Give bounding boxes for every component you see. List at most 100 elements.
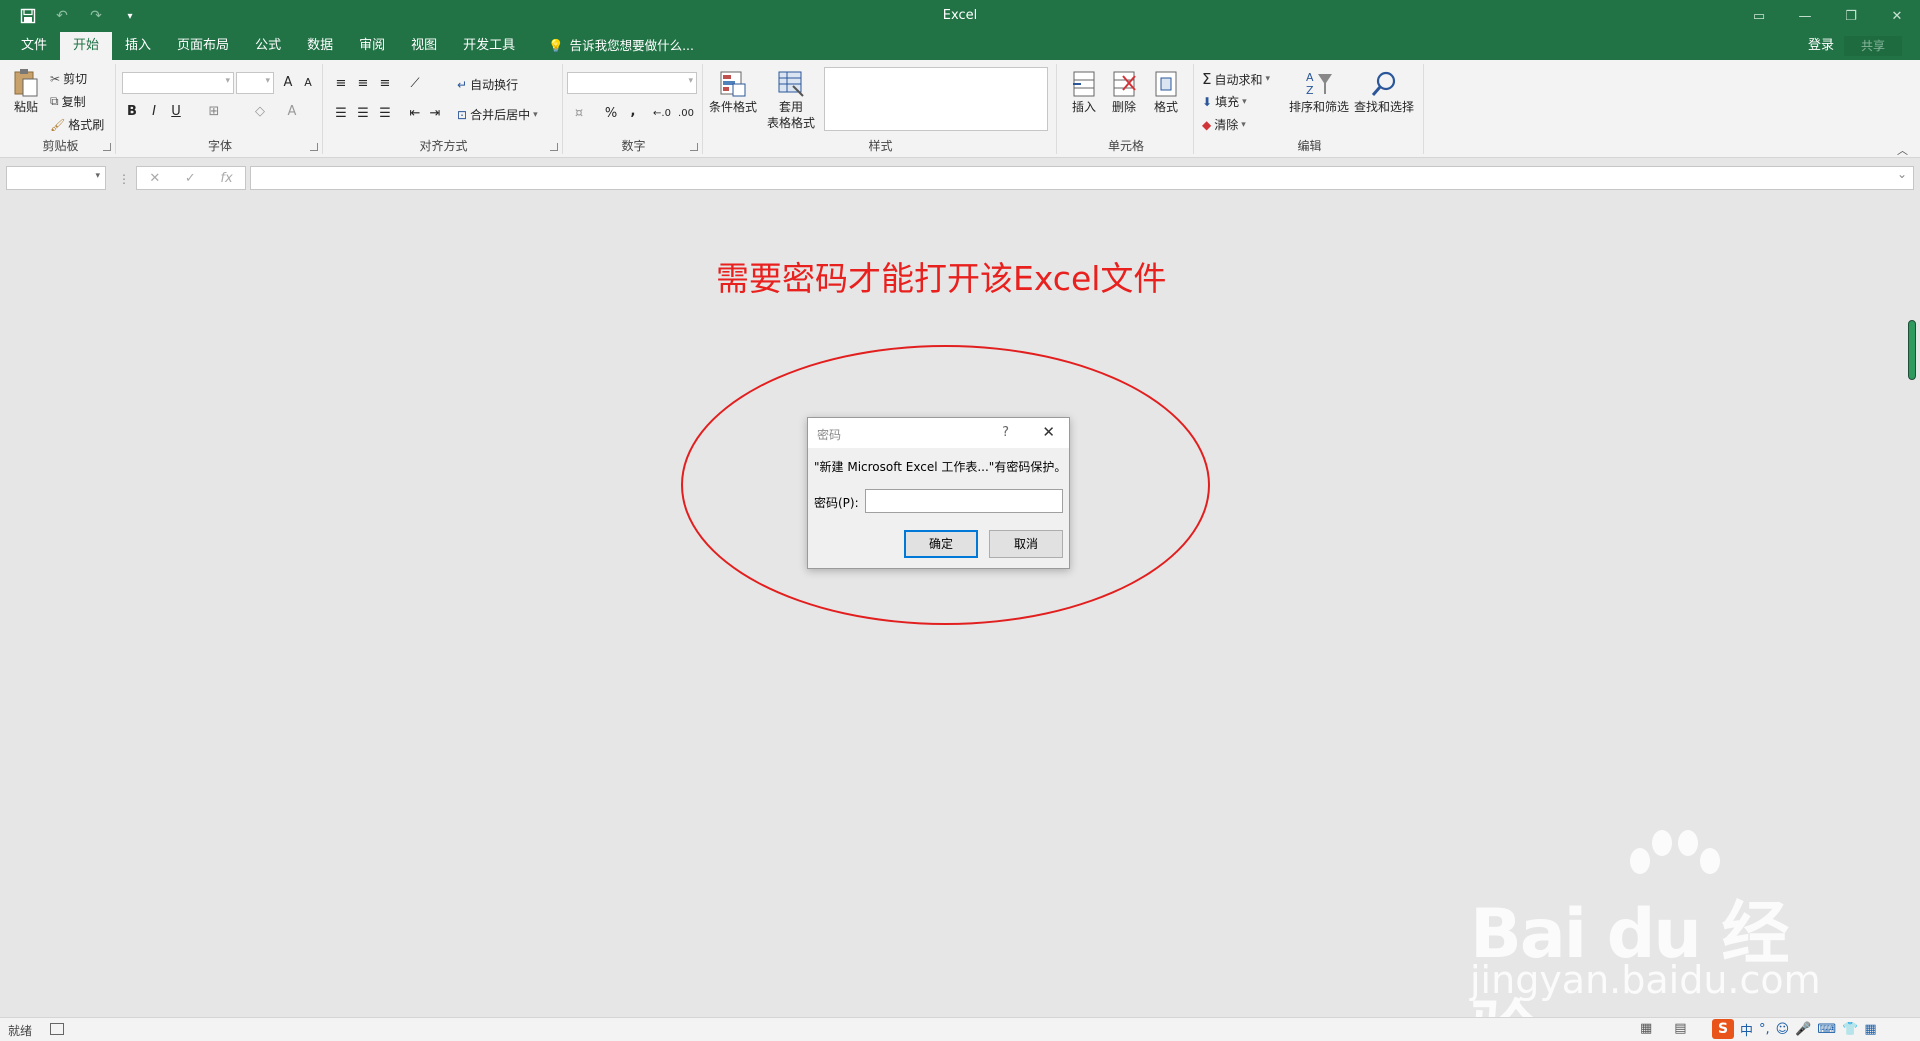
align-left-icon[interactable]: ☰ [331, 104, 351, 124]
fill-button[interactable]: ⬇ 填充 ▾ [1202, 93, 1247, 110]
insert-cells-button[interactable]: 插入 [1069, 70, 1099, 114]
tab-formulas[interactable]: 公式 [242, 32, 294, 60]
ok-button[interactable]: 确定 [904, 530, 978, 558]
conditional-format-label: 条件格式 [708, 100, 757, 114]
sort-filter-icon: AZ [1304, 70, 1334, 98]
font-name-select[interactable] [122, 72, 234, 94]
tell-me-box[interactable]: 💡 告诉我您想要做什么... [548, 32, 694, 60]
format-cells-button[interactable]: 格式 [1151, 70, 1181, 114]
sort-filter-label: 排序和筛选 [1288, 100, 1349, 114]
alignment-launcher-icon[interactable] [550, 143, 558, 151]
conditional-format-button[interactable]: 条件格式 [707, 70, 759, 114]
bold-button[interactable]: B [122, 102, 142, 122]
tab-developer[interactable]: 开发工具 [450, 32, 528, 60]
align-top-icon[interactable]: ≡ [331, 74, 351, 94]
punctuation-icon[interactable]: °, [1759, 1022, 1770, 1037]
password-input[interactable] [865, 489, 1063, 513]
ribbon-display-icon[interactable]: ▭ [1736, 0, 1782, 32]
cancel-button[interactable]: 取消 [989, 530, 1063, 558]
number-format-select[interactable] [567, 72, 697, 94]
macro-record-icon[interactable] [50, 1023, 64, 1035]
decrease-decimal-button[interactable]: .00 [675, 104, 697, 124]
formula-bar-splitter-icon[interactable]: ⋮ [118, 172, 130, 186]
number-launcher-icon[interactable] [690, 143, 698, 151]
underline-button[interactable]: U [166, 102, 186, 122]
sign-in-link[interactable]: 登录 [1808, 32, 1834, 60]
format-as-table-button[interactable]: 套用 表格格式 [761, 70, 821, 130]
password-label: 密码(P): [814, 496, 859, 510]
share-button[interactable]: 共享 [1844, 36, 1902, 56]
keyboard-icon[interactable]: ⌨ [1817, 1022, 1836, 1037]
font-group: A A B I U ⊞ ◇ A 字体 [118, 64, 323, 154]
skin-icon[interactable]: 👕 [1842, 1022, 1858, 1037]
ime-mode[interactable]: 中 [1740, 1020, 1753, 1039]
clipboard-launcher-icon[interactable] [103, 143, 111, 151]
sort-filter-button[interactable]: AZ 排序和筛选 [1288, 70, 1350, 114]
tab-data[interactable]: 数据 [294, 32, 346, 60]
cut-button[interactable]: ✂ 剪切 [50, 70, 87, 87]
cell-styles-gallery[interactable] [824, 67, 1048, 131]
help-icon[interactable]: ? [1002, 425, 1009, 440]
merge-center-button[interactable]: ⊡ 合并后居中 ▾ [457, 106, 538, 123]
tab-review[interactable]: 审阅 [346, 32, 398, 60]
sogou-ime-icon[interactable]: S [1712, 1019, 1734, 1039]
decrease-indent-icon[interactable]: ⇤ [405, 104, 425, 124]
autosum-button[interactable]: Σ 自动求和 ▾ [1202, 70, 1270, 88]
fill-dropdown-icon: ▾ [1242, 96, 1247, 107]
clear-button[interactable]: ◆ 清除 ▾ [1202, 116, 1246, 133]
align-right-icon[interactable]: ☰ [375, 104, 395, 124]
font-color-icon[interactable]: A [282, 102, 302, 122]
currency-icon[interactable]: ¤ [569, 104, 589, 124]
grow-font-button[interactable]: A [278, 73, 298, 93]
window-controls: ▭ — ❐ ✕ [1736, 0, 1920, 32]
insert-function-icon[interactable]: fx [220, 171, 232, 186]
tab-insert[interactable]: 插入 [112, 32, 164, 60]
align-bottom-icon[interactable]: ≡ [375, 74, 395, 94]
paste-button[interactable]: 粘贴 [8, 68, 44, 114]
emoji-icon[interactable]: ☺ [1776, 1022, 1790, 1037]
font-size-select[interactable] [236, 72, 274, 94]
tab-page-layout[interactable]: 页面布局 [164, 32, 242, 60]
microphone-icon[interactable]: 🎤 [1795, 1022, 1811, 1037]
delete-cells-button[interactable]: 删除 [1109, 70, 1139, 114]
copy-label: 复制 [61, 95, 86, 109]
formula-input[interactable] [250, 166, 1914, 190]
copy-button[interactable]: ⧉ 复制 [50, 93, 86, 110]
align-middle-icon[interactable]: ≡ [353, 74, 373, 94]
wrap-text-button[interactable]: ↵ 自动换行 [457, 76, 518, 93]
tab-file[interactable]: 文件 [8, 32, 60, 60]
minimize-icon[interactable]: — [1782, 0, 1828, 32]
tab-view[interactable]: 视图 [398, 32, 450, 60]
cancel-formula-icon[interactable]: ✕ [149, 171, 160, 186]
name-box[interactable] [6, 166, 106, 190]
close-icon[interactable]: ✕ [1874, 0, 1920, 32]
styles-group: 条件格式 套用 表格格式 样式 [705, 64, 1057, 154]
shrink-font-button[interactable]: A [298, 73, 318, 93]
insert-cells-icon [1071, 70, 1097, 98]
fill-color-icon[interactable]: ◇ [250, 102, 270, 122]
baidu-watermark: Bai du 经验 jingyan.baidu.com [1470, 830, 1830, 1041]
increase-decimal-button[interactable]: ←.0 [651, 104, 673, 124]
enter-formula-icon[interactable]: ✓ [185, 171, 196, 186]
find-select-button[interactable]: 查找和选择 [1352, 70, 1416, 114]
tab-home[interactable]: 开始 [60, 32, 113, 60]
title-bar: ↶ ↷ ▾ Excel ▭ — ❐ ✕ [0, 0, 1920, 32]
normal-view-icon[interactable]: ▦ [1640, 1021, 1652, 1036]
orientation-icon[interactable]: ⟋ [405, 74, 425, 94]
scroll-indicator[interactable] [1908, 320, 1916, 380]
toolbox-icon[interactable]: ▦ [1864, 1022, 1876, 1037]
ime-tray: S 中 °, ☺ 🎤 ⌨ 👕 ▦ [1712, 1019, 1877, 1039]
comma-button[interactable]: , [623, 102, 643, 122]
border-icon[interactable]: ⊞ [204, 102, 224, 122]
format-painter-button[interactable]: 🖌 格式刷 [50, 116, 104, 133]
font-launcher-icon[interactable] [310, 143, 318, 151]
increase-indent-icon[interactable]: ⇥ [425, 104, 445, 124]
align-center-icon[interactable]: ☰ [353, 104, 373, 124]
percent-button[interactable]: % [601, 104, 621, 124]
italic-button[interactable]: I [144, 102, 164, 122]
page-layout-view-icon[interactable]: ▤ [1674, 1021, 1686, 1036]
collapse-ribbon-icon[interactable]: ︿ [1897, 142, 1908, 158]
restore-icon[interactable]: ❐ [1828, 0, 1874, 32]
table-format-icon [777, 70, 805, 98]
dialog-close-icon[interactable]: ✕ [1042, 423, 1055, 441]
